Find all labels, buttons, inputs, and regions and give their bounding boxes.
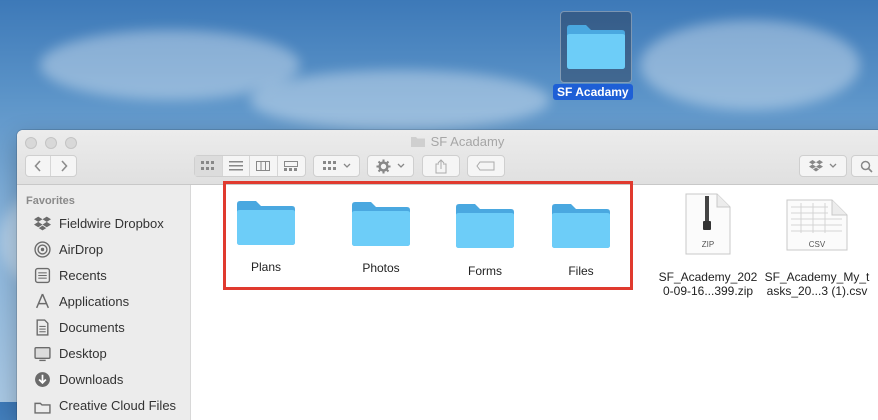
list-icon [228,161,243,171]
dropbox-icon [809,160,823,172]
sidebar-item-downloads[interactable]: Downloads [34,369,123,389]
recents-icon [34,267,51,283]
sidebar-item-applications[interactable]: Applications [34,291,129,311]
sidebar-item-label: Applications [59,293,130,309]
dropbox-toolbar-button[interactable] [799,155,847,177]
back-button[interactable] [26,156,52,176]
share-button[interactable] [422,155,460,177]
desktop-icon [34,346,51,361]
sidebar-heading: Favorites [26,195,75,207]
grid-icon [201,161,215,170]
chevron-right-icon [60,160,68,172]
cloud [640,20,860,110]
nav-buttons [25,155,77,177]
title-folder-icon [410,137,425,147]
sidebar-item-recents[interactable]: Recents [34,265,107,285]
gallery-icon [284,161,299,171]
list-view-button[interactable] [223,156,250,176]
search-button[interactable] [851,155,878,177]
desktop-folder-label[interactable]: SF Acadamy [553,84,633,100]
sidebar-item-airdrop[interactable]: AirDrop [34,239,103,259]
icon-view-button[interactable] [195,156,223,176]
dropbox-icon [34,216,51,230]
creative-cloud-icon [34,402,51,414]
chevron-left-icon [34,160,41,172]
folder-icon [567,25,625,69]
sidebar-item-label: Creative Cloud Files [59,397,177,413]
filename-line: SF_Academy_202 [658,270,758,284]
titlebar: SF Acadamy [17,130,878,185]
columns-icon [256,161,271,171]
sidebar-item-label: Documents [59,319,125,335]
chevron-down-icon [397,163,405,168]
airdrop-icon [34,240,51,258]
sidebar-item-label: Fieldwire Dropbox [59,215,164,231]
documents-icon [36,318,49,336]
downloads-icon [35,371,50,387]
group-grid-icon [322,161,336,170]
chevron-down-icon [829,163,837,168]
filename-line: SF_Academy_My_t [764,270,870,284]
sidebar: Favorites Fieldwire Dropbox AirDrop Rece… [17,185,191,420]
csv-filename: SF_Academy_My_t asks_20...3 (1).csv [757,270,877,298]
tags-button[interactable] [467,155,505,177]
chevron-down-icon [343,163,350,168]
filename-line: 0-09-16...399.zip [662,284,754,298]
action-button[interactable] [367,155,414,177]
filename-line: asks_20...3 (1).csv [766,284,868,298]
csv-badge: CSV [808,240,826,249]
window-title-wrap: SF Acadamy [17,134,878,149]
sidebar-item-desktop[interactable]: Desktop [34,343,107,363]
file-item-zip[interactable]: ZIP SF_Academy_202 0-09-16...399.zip [658,193,758,303]
file-item-csv[interactable]: CSV SF_Academy_My_t asks_20...3 (1).csv [765,195,869,305]
applications-icon [35,293,50,308]
sidebar-item-documents[interactable]: Documents [34,317,125,337]
sidebar-item-fieldwire-dropbox[interactable]: Fieldwire Dropbox [34,213,164,233]
gear-icon [376,158,391,174]
view-mode-control [194,155,306,177]
search-icon [860,160,873,173]
sidebar-item-creative-cloud[interactable]: Creative Cloud Files [34,395,176,415]
desktop-folder[interactable] [560,11,632,83]
column-view-button[interactable] [250,156,278,176]
zip-badge: ZIP [701,240,715,249]
window-title: SF Acadamy [430,134,505,149]
group-by-button[interactable] [313,155,360,177]
sidebar-item-label: Desktop [59,345,107,361]
share-icon [435,158,447,173]
sidebar-item-label: Downloads [59,371,124,387]
highlight-annotation [223,181,633,290]
cloud [250,70,550,130]
sidebar-item-label: Recents [59,267,107,283]
zip-filename: SF_Academy_202 0-09-16...399.zip [648,270,768,298]
gallery-view-button[interactable] [278,156,305,176]
forward-button[interactable] [51,156,76,176]
sidebar-item-label: AirDrop [59,241,104,257]
tag-icon [476,161,495,171]
